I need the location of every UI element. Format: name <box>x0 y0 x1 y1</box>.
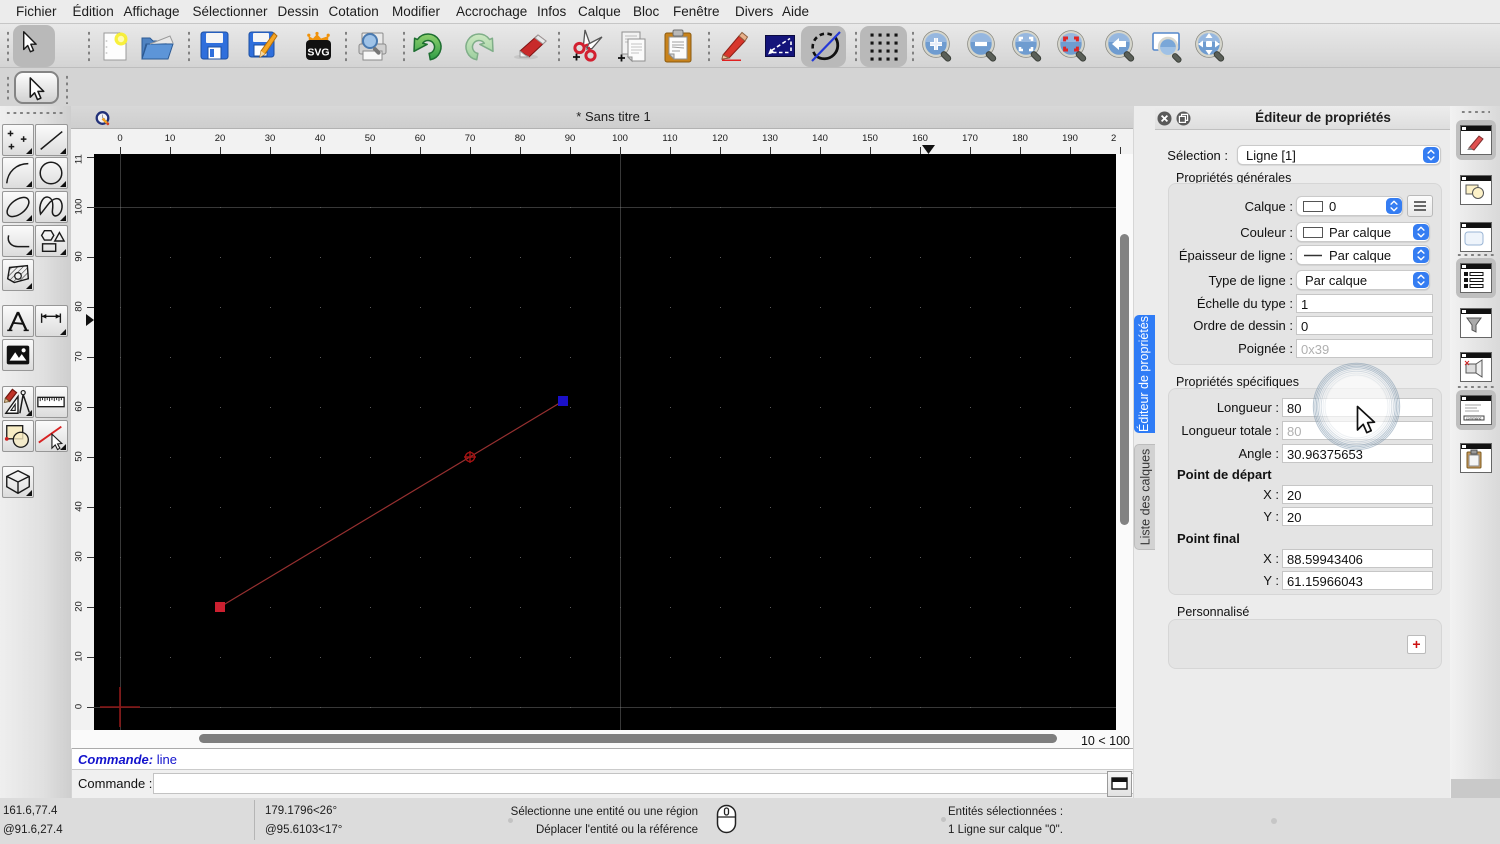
svg-text:SVG: SVG <box>307 47 329 59</box>
svg-text:command: command <box>1466 417 1481 421</box>
